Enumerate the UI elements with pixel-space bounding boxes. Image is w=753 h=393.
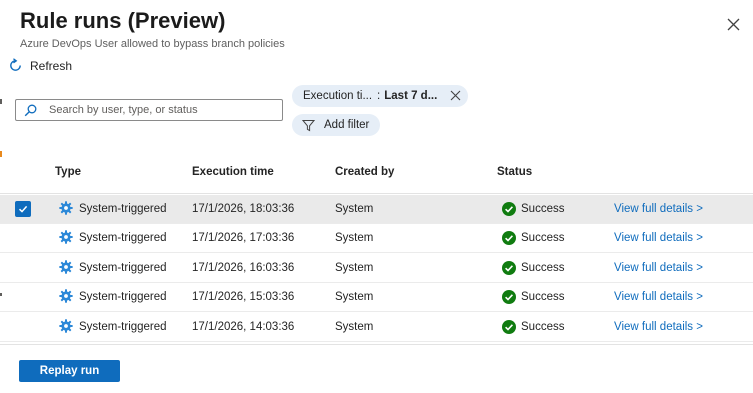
search-icon: [24, 104, 37, 117]
background-edge-accent: [0, 151, 2, 157]
table-row[interactable]: System-triggered 17/1/2026, 17:03:36 Syste…: [0, 224, 753, 254]
table-row[interactable]: System-triggered 17/1/2026, 14:03:36 Syste…: [0, 313, 753, 342]
footer-divider: [0, 344, 753, 345]
success-check-circle-icon: [502, 231, 516, 246]
view-full-details-link[interactable]: View full details >: [614, 203, 703, 215]
table-row[interactable]: System-triggered 17/1/2026, 15:03:36 Syste…: [0, 283, 753, 313]
gear-icon: [59, 201, 73, 215]
replay-run-button[interactable]: Replay run: [19, 360, 120, 382]
status-text: Success: [521, 232, 565, 245]
filter-separator: :: [377, 90, 381, 102]
column-header-type[interactable]: Type: [55, 166, 81, 178]
column-header-execution-time[interactable]: Execution time: [192, 166, 274, 178]
column-header-created-by[interactable]: Created by: [335, 166, 394, 178]
status-text: Success: [521, 261, 565, 274]
row-checkbox[interactable]: [15, 289, 31, 305]
run-type: System-triggered: [79, 320, 167, 333]
checkmark-icon: [18, 205, 28, 213]
created-by: System: [335, 320, 374, 333]
add-filter-button[interactable]: Add filter: [292, 114, 380, 136]
panel-subtitle: Azure DevOps User allowed to bypass bran…: [20, 38, 285, 50]
gear-icon: [59, 260, 73, 274]
header-divider: [0, 193, 753, 194]
refresh-icon: [10, 58, 21, 71]
gear-icon: [59, 289, 73, 303]
view-full-details-link[interactable]: View full details >: [614, 291, 703, 303]
filter-value: Last 7 d...: [384, 90, 438, 102]
row-checkbox[interactable]: [15, 201, 31, 217]
view-full-details-link[interactable]: View full details >: [614, 262, 703, 274]
panel-title: Rule runs (Preview): [20, 8, 226, 33]
close-button[interactable]: [721, 12, 745, 36]
execution-time: 17/1/2026, 14:03:36: [192, 320, 295, 333]
gear-icon: [59, 318, 73, 333]
row-checkbox[interactable]: [15, 260, 31, 276]
created-by: System: [335, 291, 374, 304]
execution-time: 17/1/2026, 17:03:36: [192, 232, 295, 245]
close-icon: [727, 18, 739, 30]
filter-icon: [302, 119, 315, 131]
row-checkbox[interactable]: [15, 230, 31, 246]
dismiss-icon[interactable]: [450, 90, 461, 101]
success-check-circle-icon: [502, 202, 516, 216]
view-full-details-link[interactable]: View full details >: [614, 321, 703, 333]
column-header-status[interactable]: Status: [497, 166, 532, 178]
table-row[interactable]: System-triggered 17/1/2026, 18:03:36 Syste…: [0, 195, 753, 224]
execution-time: 17/1/2026, 18:03:36: [192, 203, 295, 215]
table-row[interactable]: System-triggered 17/1/2026, 16:03:36 Syste…: [0, 254, 753, 283]
background-edge-mark: [0, 99, 2, 104]
run-type: System-triggered: [79, 291, 167, 304]
status-text: Success: [521, 291, 565, 304]
add-filter-label: Add filter: [324, 119, 370, 131]
created-by: System: [335, 232, 374, 245]
refresh-button[interactable]: Refresh: [8, 58, 72, 73]
execution-time: 17/1/2026, 16:03:36: [192, 261, 295, 274]
execution-time-filter-pill[interactable]: Execution ti... : Last 7 d...: [292, 85, 468, 107]
success-check-circle-icon: [502, 319, 516, 334]
execution-time: 17/1/2026, 15:03:36: [192, 291, 295, 304]
refresh-label: Refresh: [30, 58, 73, 73]
run-type: System-triggered: [79, 203, 167, 215]
created-by: System: [335, 261, 374, 274]
gear-icon: [59, 230, 73, 245]
run-type: System-triggered: [79, 261, 167, 274]
created-by: System: [335, 203, 374, 215]
success-check-circle-icon: [502, 260, 516, 275]
view-full-details-link[interactable]: View full details >: [614, 232, 703, 244]
search-input[interactable]: [47, 103, 271, 117]
success-check-circle-icon: [502, 290, 516, 305]
status-text: Success: [521, 320, 565, 333]
filter-name: Execution ti...: [303, 90, 373, 102]
status-text: Success: [521, 203, 565, 215]
search-box[interactable]: [15, 99, 283, 121]
row-checkbox[interactable]: [15, 319, 31, 335]
run-type: System-triggered: [79, 232, 167, 245]
